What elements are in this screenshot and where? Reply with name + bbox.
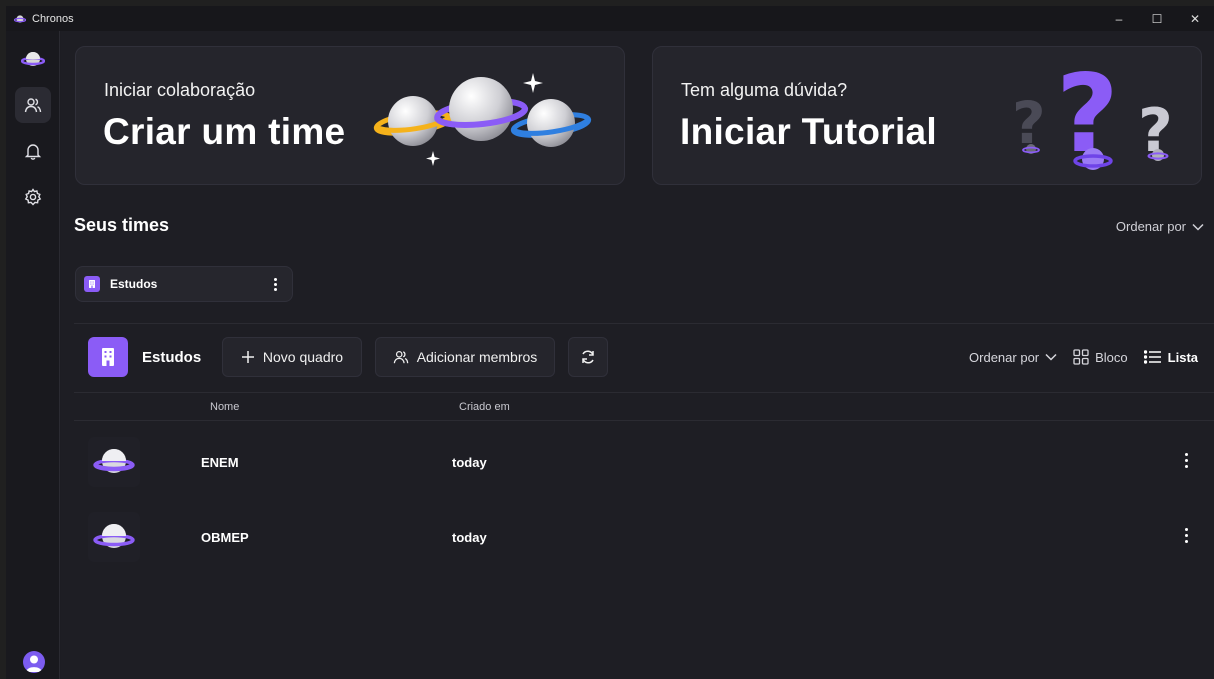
user-avatar[interactable]: [23, 651, 45, 673]
sidebar-item-teams[interactable]: [15, 87, 51, 123]
view-block-toggle[interactable]: Bloco: [1073, 349, 1128, 365]
maximize-button[interactable]: ☐: [1138, 6, 1176, 31]
sidebar: [6, 31, 60, 679]
add-members-label: Adicionar membros: [416, 349, 538, 365]
create-team-banner[interactable]: Iniciar colaboração Criar um time: [75, 46, 625, 185]
boards-sort-label: Ordenar por: [969, 349, 1040, 365]
user-icon: [26, 655, 42, 672]
row-more-icon[interactable]: [1185, 453, 1188, 468]
column-header-name: Nome: [210, 401, 240, 413]
refresh-icon: [582, 350, 594, 364]
new-board-button[interactable]: Novo quadro: [222, 337, 362, 377]
create-team-subtitle: Iniciar colaboração: [104, 80, 256, 100]
building-icon: [89, 280, 95, 288]
table-row[interactable]: ENEM today: [74, 427, 1214, 497]
tutorial-subtitle: Tem alguma dúvida?: [681, 80, 848, 100]
minimize-button[interactable]: –: [1100, 6, 1138, 31]
building-icon: [102, 348, 114, 366]
bell-icon: [24, 144, 42, 160]
column-header-created: Criado em: [459, 401, 510, 413]
board-toolbar: Estudos Novo quadro Adicionar membros Or…: [88, 337, 1198, 379]
refresh-button[interactable]: [568, 337, 608, 377]
grid-icon: [1073, 349, 1089, 365]
boards-sort-dropdown[interactable]: Ordenar por: [969, 350, 1057, 365]
close-button[interactable]: ✕: [1176, 6, 1214, 31]
board-created: today: [452, 530, 487, 545]
planet-icon: [93, 449, 135, 473]
board-thumbnail: [88, 512, 140, 562]
app-window: Chronos – ☐ ✕ Iniciar colaboração Criar …: [6, 6, 1214, 679]
add-members-button[interactable]: Adicionar membros: [375, 337, 555, 377]
planet-icon: [93, 524, 135, 548]
teams-section-title: Seus times: [74, 215, 170, 235]
users-icon: [393, 351, 408, 364]
view-list-toggle[interactable]: Lista: [1143, 349, 1198, 365]
divider: [74, 420, 1214, 421]
planets-illustration-icon: [373, 73, 592, 166]
new-board-label: Novo quadro: [262, 349, 344, 365]
list-icon: [1143, 350, 1161, 364]
team-chip-label: Estudos: [110, 277, 158, 291]
board-name: OBMEP: [201, 530, 249, 545]
board-name: ENEM: [201, 455, 239, 470]
view-block-label: Bloco: [1095, 349, 1128, 365]
team-avatar-large: [88, 337, 128, 377]
teams-sort-label: Ordenar por: [1115, 219, 1186, 234]
window-controls: – ☐ ✕: [1100, 6, 1214, 31]
app-title-area: Chronos: [6, 13, 74, 25]
sidebar-logo[interactable]: [15, 41, 51, 77]
view-controls: Ordenar por Bloco Lista: [953, 349, 1198, 365]
tutorial-title: Iniciar Tutorial: [680, 111, 937, 152]
plus-icon: [241, 351, 254, 363]
gear-icon: [24, 188, 42, 206]
main-content: Iniciar colaboração Criar um time Tem al…: [61, 31, 1214, 679]
toolbar-team-name: Estudos: [142, 349, 202, 366]
board-thumbnail: [88, 437, 140, 487]
row-more-icon[interactable]: [1185, 528, 1188, 543]
sidebar-item-settings[interactable]: [15, 179, 51, 215]
chevron-down-icon: [1045, 353, 1057, 361]
divider: [74, 392, 1214, 393]
tutorial-banner[interactable]: Tem alguma dúvida? Iniciar Tutorial ? ? …: [652, 46, 1202, 185]
sidebar-item-notifications[interactable]: [15, 133, 51, 169]
divider: [74, 323, 1214, 324]
view-list-label: Lista: [1167, 349, 1198, 365]
team-chip-more-icon[interactable]: [274, 278, 277, 291]
create-team-title: Criar um time: [103, 111, 346, 152]
users-icon: [24, 98, 42, 113]
board-created: today: [452, 455, 487, 470]
app-title: Chronos: [32, 12, 74, 25]
title-bar: Chronos – ☐ ✕: [6, 6, 1214, 31]
teams-sort-dropdown[interactable]: Ordenar por: [1116, 219, 1204, 234]
app-logo-icon: [14, 14, 26, 23]
team-icon: [84, 276, 100, 292]
team-chip-estudos[interactable]: Estudos: [75, 266, 293, 302]
chevron-down-icon: [1192, 223, 1204, 231]
planet-logo-icon: [21, 52, 45, 66]
table-row[interactable]: OBMEP today: [74, 502, 1214, 572]
question-marks-illustration-icon: ? ? ?: [1012, 52, 1173, 177]
